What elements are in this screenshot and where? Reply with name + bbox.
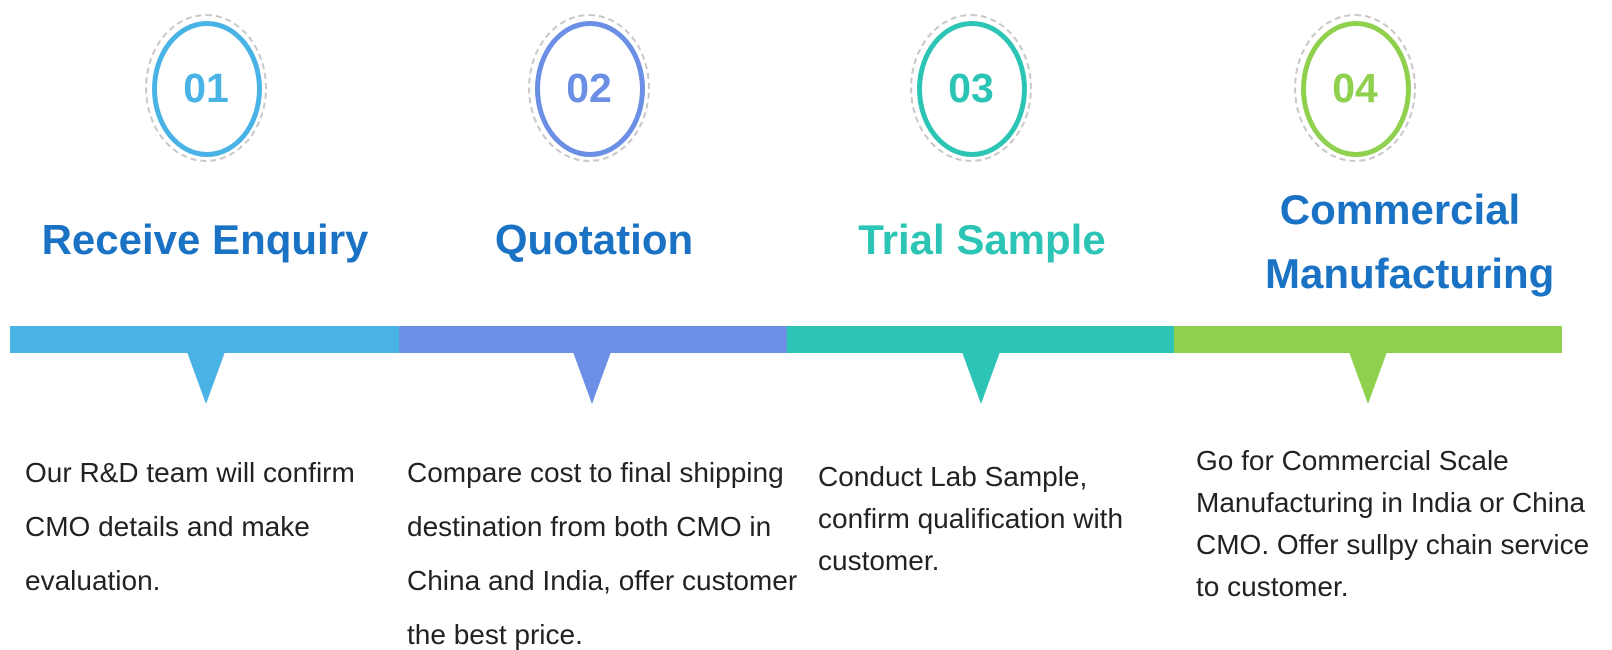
timeline-segment-4 (1174, 326, 1562, 353)
step-3-number: 03 (948, 65, 994, 111)
step-2-pointer (573, 352, 611, 404)
step-1-number: 01 (183, 65, 229, 111)
step-4-badge: 04 (1294, 14, 1416, 162)
process-diagram: 01 Receive Enquiry Our R&D team will con… (0, 0, 1612, 650)
step-2-description: Compare cost to final shipping destinati… (407, 457, 798, 650)
step-3-pointer (962, 352, 1000, 404)
step-1-badge: 01 (145, 14, 267, 162)
step-3-badge: 03 (910, 14, 1032, 162)
step-4-pointer (1349, 352, 1387, 404)
step-3-title: Trial Sample (858, 216, 1106, 263)
timeline-segment-2 (399, 326, 787, 353)
step-2-title: Quotation (494, 216, 694, 263)
step-4-number: 04 (1332, 65, 1378, 111)
step-1-pointer (187, 352, 225, 404)
step-2-number: 02 (566, 65, 612, 111)
step-3-description: Conduct Lab Sample, confirm qualificatio… (818, 461, 1124, 576)
step-2-badge: 02 (528, 14, 650, 162)
step-1-title: Receive Enquiry (41, 216, 369, 263)
step-1-description: Our R&D team will confirm CMO details an… (25, 457, 355, 596)
step-4-title: Commercial Manufacturing (1265, 186, 1555, 297)
timeline-segment-1 (10, 326, 399, 353)
timeline-segment-3 (787, 326, 1174, 353)
step-4-description: Go for Commercial Scale Manufacturing in… (1196, 445, 1590, 602)
